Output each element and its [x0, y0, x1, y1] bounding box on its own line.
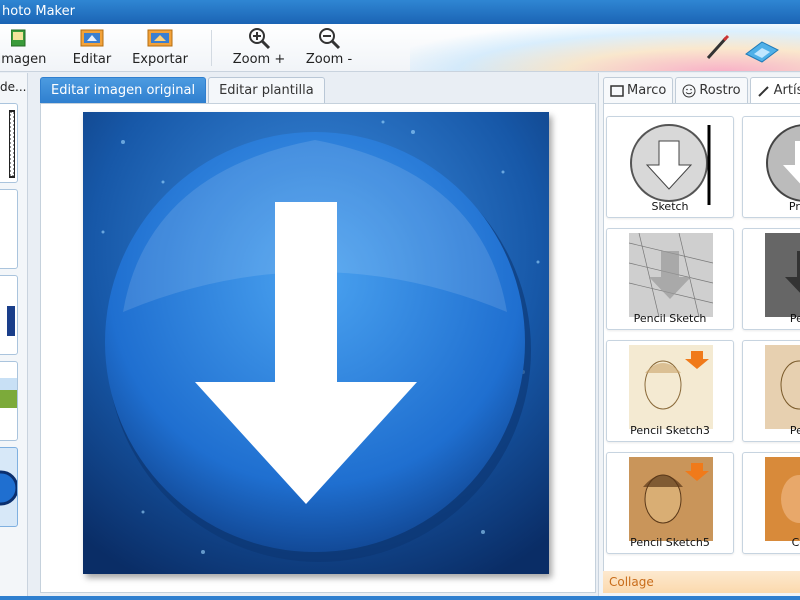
image-icon: [11, 26, 33, 50]
thumbnail-item-selected[interactable]: [0, 447, 18, 527]
effects-tabs: Marco Rostro Artís: [603, 77, 800, 103]
export-icon: [146, 26, 174, 50]
brush-icon: [757, 84, 771, 98]
effect-card[interactable]: Profile: [742, 116, 800, 218]
thumbnail-item[interactable]: [0, 361, 18, 441]
effect-preview: [765, 233, 800, 317]
effect-card[interactable]: Pencil Sketch5: [606, 452, 734, 554]
smiley-icon: [682, 84, 696, 98]
export-button[interactable]: Exportar: [132, 26, 188, 70]
image-button[interactable]: imagen: [0, 26, 50, 70]
frame-icon: [610, 84, 624, 97]
tab-edit-template[interactable]: Editar plantilla: [208, 77, 325, 103]
effect-card[interactable]: Pencil Sketch3: [606, 340, 734, 442]
editor-panel: Editar imagen original Editar plantilla: [36, 73, 596, 596]
toolbar-separator: [211, 30, 212, 66]
image-canvas[interactable]: [40, 103, 596, 593]
effect-card[interactable]: Pencil: [742, 228, 800, 330]
editor-tabs: Editar imagen original Editar plantilla: [40, 77, 327, 103]
thumbnail-item[interactable]: [0, 275, 18, 355]
thumbnail-panel: de...: [0, 73, 28, 596]
effect-card[interactable]: Sketch: [606, 116, 734, 218]
effect-card[interactable]: Pencil: [742, 340, 800, 442]
effect-card[interactable]: Pencil Sketch: [606, 228, 734, 330]
window-title: hoto Maker: [2, 4, 75, 19]
window-bottom-border: [0, 596, 800, 600]
title-bar: hoto Maker: [0, 0, 800, 24]
effect-preview: [629, 121, 713, 205]
effect-preview: [765, 121, 800, 205]
zoom-out-icon: [317, 26, 341, 50]
toolbar: imagen Editar Exportar Zoom + Zoom -: [0, 24, 800, 72]
edit-button[interactable]: Editar: [70, 26, 114, 70]
effect-preview: [629, 457, 713, 541]
pen-icon: [704, 34, 732, 65]
zoom-in-icon: [247, 26, 271, 50]
tab-artistic[interactable]: Artís: [749, 77, 800, 103]
edit-icon: [79, 26, 105, 50]
download-arrow-artwork: [83, 112, 549, 574]
photo-stack-icon: [742, 36, 782, 67]
zoom-out-button[interactable]: Zoom -: [304, 26, 354, 70]
effect-preview: [765, 457, 800, 541]
zoom-in-button[interactable]: Zoom +: [232, 26, 286, 70]
thumbnail-panel-header: de...: [0, 80, 27, 94]
tab-rostro[interactable]: Rostro: [675, 77, 748, 103]
effect-preview: [765, 345, 800, 429]
effect-card[interactable]: Color: [742, 452, 800, 554]
thumbnail-item[interactable]: [0, 189, 18, 269]
tab-marco[interactable]: Marco: [603, 77, 674, 103]
tab-edit-original[interactable]: Editar imagen original: [40, 77, 207, 103]
thumbnail-item[interactable]: [0, 103, 18, 183]
collage-section-header[interactable]: Collage: [603, 571, 800, 593]
effect-preview: [629, 233, 713, 317]
effect-preview: [629, 345, 713, 429]
effects-panel: Marco Rostro Artís Sketch Profil: [598, 73, 800, 596]
effects-list[interactable]: Sketch Profile Pencil Sketch Pencil: [603, 103, 800, 593]
